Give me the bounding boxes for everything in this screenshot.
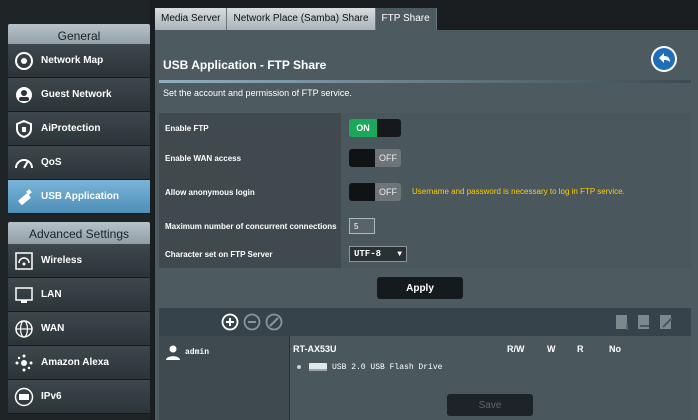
- aiprotection-lock-icon: [13, 118, 35, 140]
- sidebar-item-amazon-alexa[interactable]: Amazon Alexa: [8, 346, 150, 380]
- sidebar-item-wan[interactable]: WAN: [8, 312, 150, 346]
- charset-label: Character set on FTP Server: [159, 241, 341, 268]
- perm-header-r: R: [577, 344, 584, 354]
- amazon-alexa-icon: [13, 352, 35, 374]
- title-divider: [159, 80, 691, 83]
- sidebar-item-label: LAN: [41, 289, 62, 300]
- sidebar-header-advanced: Advanced Settings: [8, 222, 150, 246]
- perm-header-w: W: [547, 344, 556, 354]
- share-permission-panel: admin RT-AX53U R/W W R No USB 2.0 USB Fl…: [159, 308, 691, 420]
- sidebar-item-label: Wireless: [41, 255, 83, 266]
- device-name: RT-AX53U: [293, 344, 337, 354]
- toggle-state: OFF: [375, 149, 401, 167]
- enable-wan-toggle[interactable]: OFF: [349, 149, 401, 167]
- modify-folder-icon[interactable]: [657, 313, 675, 331]
- row-anonymous-login: Allow anonymous login OFF Username and p…: [159, 173, 691, 212]
- sidebar-item-label: USB Application: [41, 191, 119, 202]
- usb-application-icon: [13, 186, 35, 208]
- sidebar-item-aiprotection[interactable]: AiProtection: [8, 112, 150, 146]
- sidebar-item-guest-network[interactable]: Guest Network: [8, 78, 150, 112]
- save-button[interactable]: Save: [447, 394, 533, 416]
- chevron-down-icon: ▼: [397, 249, 402, 259]
- page-title: USB Application - FTP Share: [163, 58, 327, 72]
- guest-network-icon: [13, 84, 35, 106]
- network-map-icon: [13, 50, 35, 72]
- ipv6-icon: [13, 386, 35, 408]
- tab-ftp-share[interactable]: FTP Share: [375, 8, 437, 30]
- back-arrow-icon: [653, 48, 675, 70]
- add-account-icon[interactable]: [221, 313, 239, 331]
- enable-wan-label: Enable WAN access: [159, 143, 341, 173]
- perm-header-no: No: [609, 344, 621, 354]
- charset-select[interactable]: UTF-8 ▼: [349, 246, 407, 262]
- sidebar-item-network-map[interactable]: Network Map: [8, 44, 150, 78]
- max-connections-input[interactable]: 5: [349, 218, 375, 234]
- sidebar: General Network Map Guest Network AiProt…: [0, 0, 150, 420]
- edit-account-icon[interactable]: [265, 313, 283, 331]
- toggle-knob: [349, 149, 375, 167]
- sidebar-item-label: Amazon Alexa: [41, 357, 109, 368]
- sidebar-item-label: QoS: [41, 157, 62, 168]
- anonymous-login-toggle[interactable]: OFF: [349, 183, 401, 201]
- charset-value: UTF-8: [354, 249, 382, 259]
- qos-gauge-icon: [13, 152, 35, 174]
- enable-ftp-label: Enable FTP: [159, 113, 341, 143]
- page-description: Set the account and permission of FTP se…: [163, 88, 352, 98]
- anonymous-login-label: Allow anonymous login: [159, 173, 341, 211]
- account-list: admin: [159, 336, 290, 420]
- apply-button[interactable]: Apply: [377, 277, 463, 299]
- sidebar-item-label: WAN: [41, 323, 65, 334]
- add-folder-icon[interactable]: [613, 313, 631, 331]
- row-charset: Character set on FTP Server UTF-8 ▼: [159, 241, 691, 268]
- usb-drive-icon: [309, 363, 327, 371]
- drive-name: USB 2.0 USB Flash Drive: [332, 362, 443, 372]
- row-enable-wan: Enable WAN access OFF: [159, 143, 691, 174]
- sidebar-item-usb-application[interactable]: USB Application: [8, 180, 150, 214]
- drive-item[interactable]: USB 2.0 USB Flash Drive: [297, 362, 442, 372]
- ftp-settings-form: Enable FTP ON Enable WAN access OFF Allo…: [159, 113, 691, 268]
- row-enable-ftp: Enable FTP ON: [159, 113, 691, 144]
- wireless-icon: [13, 250, 35, 272]
- lan-icon: [13, 284, 35, 306]
- enable-ftp-toggle[interactable]: ON: [349, 119, 401, 137]
- account-item-admin[interactable]: admin: [165, 344, 209, 360]
- sidebar-item-label: AiProtection: [41, 123, 101, 134]
- sidebar-item-qos[interactable]: QoS: [8, 146, 150, 180]
- toggle-knob: [349, 183, 375, 201]
- toggle-knob: [377, 119, 401, 137]
- delete-folder-icon[interactable]: [635, 313, 653, 331]
- tab-bar: Media Server Network Place (Samba) Share…: [155, 8, 437, 30]
- expand-dot-icon: [297, 365, 301, 369]
- anonymous-login-note: Username and password is necessary to lo…: [412, 187, 625, 196]
- back-button[interactable]: [651, 46, 677, 72]
- user-icon: [166, 345, 180, 360]
- sidebar-item-label: IPv6: [41, 391, 62, 402]
- wan-globe-icon: [13, 318, 35, 340]
- main-panel: USB Application - FTP Share Set the acco…: [155, 30, 698, 420]
- tab-samba-share[interactable]: Network Place (Samba) Share: [227, 8, 376, 30]
- sidebar-item-label: Network Map: [41, 55, 104, 66]
- toggle-state: ON: [349, 119, 377, 137]
- sidebar-item-ipv6[interactable]: IPv6: [8, 380, 150, 414]
- account-name: admin: [185, 347, 210, 357]
- remove-account-icon[interactable]: [243, 313, 261, 331]
- row-max-connections: Maximum number of concurrent connections…: [159, 211, 691, 242]
- tab-media-server[interactable]: Media Server: [155, 8, 228, 30]
- sidebar-item-label: Guest Network: [41, 89, 112, 100]
- sidebar-item-lan[interactable]: LAN: [8, 278, 150, 312]
- max-connections-label: Maximum number of concurrent connections: [159, 211, 341, 241]
- perm-header-rw: R/W: [507, 344, 525, 354]
- sidebar-item-wireless[interactable]: Wireless: [8, 244, 150, 278]
- toggle-state: OFF: [375, 183, 401, 201]
- share-toolbar: [159, 308, 691, 336]
